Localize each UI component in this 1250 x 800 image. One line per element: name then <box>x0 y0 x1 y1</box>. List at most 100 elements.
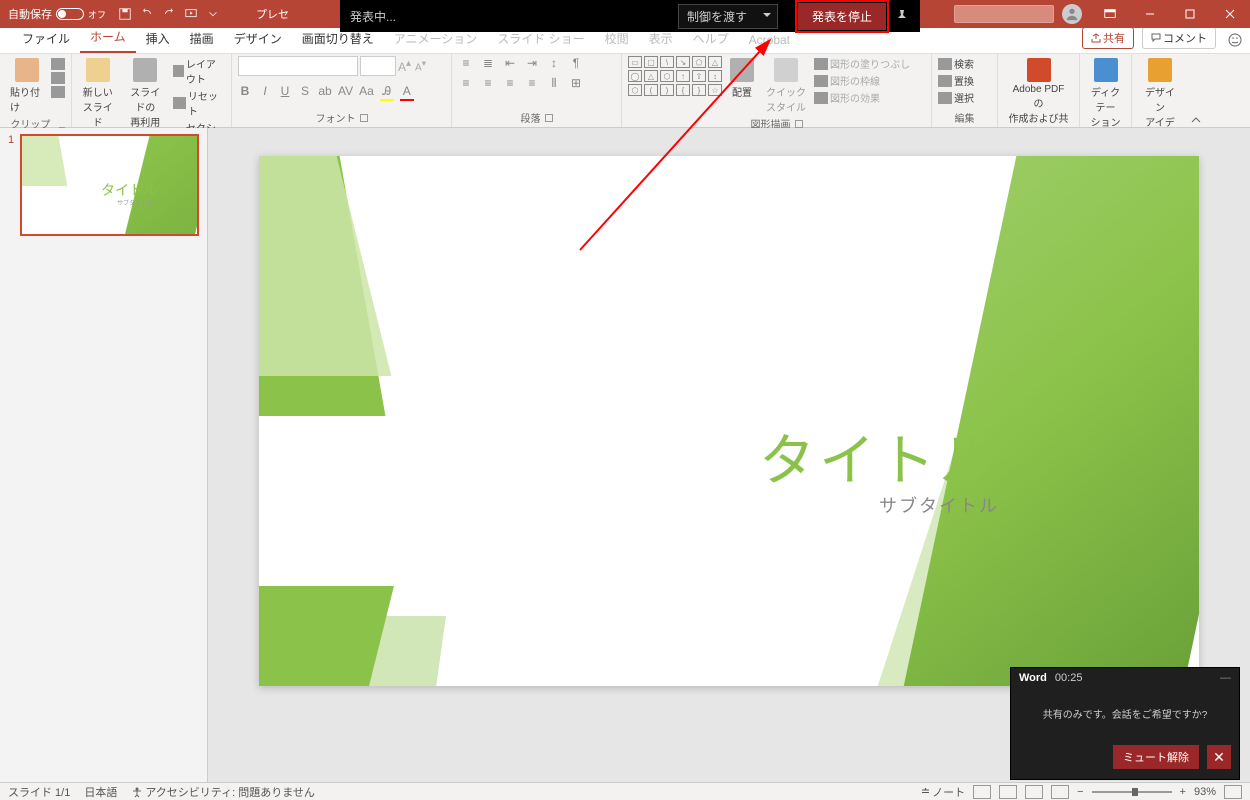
reading-view-icon[interactable] <box>1025 785 1043 799</box>
doc-title: プレセ <box>256 6 289 22</box>
font-group-label: フォント <box>316 110 356 125</box>
font-dialog-icon[interactable] <box>360 114 368 122</box>
new-slide-button[interactable]: 新しい スライド <box>78 56 118 131</box>
select-button[interactable]: 選択 <box>938 90 974 105</box>
highlight-icon[interactable]: Ꭿ <box>380 84 394 101</box>
case-icon[interactable]: Aa <box>359 84 374 101</box>
give-control-dropdown[interactable]: 制御を渡す <box>678 4 778 29</box>
line-spacing-icon[interactable]: ↕ <box>546 56 562 70</box>
ribbon-display-icon[interactable] <box>1090 0 1130 28</box>
slideshow-view-icon[interactable] <box>1051 785 1069 799</box>
shape-fill-button[interactable]: 図形の塗りつぶし <box>814 56 910 71</box>
indent-inc-icon[interactable]: ⇥ <box>524 56 540 70</box>
redo-icon[interactable] <box>162 7 176 21</box>
pin-icon[interactable] <box>894 8 910 24</box>
tab-draw[interactable]: 描画 <box>180 26 224 53</box>
sorter-view-icon[interactable] <box>999 785 1017 799</box>
slide-thumbnail-1[interactable]: タイトル サブタイトル <box>20 134 199 236</box>
tab-acrobat[interactable]: Acrobat <box>739 29 800 53</box>
text-direction-icon[interactable]: ¶ <box>568 56 584 70</box>
grow-font-icon[interactable]: A▴ <box>396 56 413 76</box>
tab-insert[interactable]: 挿入 <box>136 26 180 53</box>
font-family-input[interactable] <box>238 56 358 76</box>
slide-subtitle-placeholder[interactable]: サブタイトル <box>879 492 999 518</box>
autosave-pill[interactable] <box>56 8 84 20</box>
quick-styles-button[interactable]: クイック スタイル <box>762 56 810 116</box>
paragraph-dialog-icon[interactable] <box>545 114 553 122</box>
thumb-number: 1 <box>8 134 14 236</box>
indent-dec-icon[interactable]: ⇤ <box>502 56 518 70</box>
maximize-button[interactable] <box>1170 0 1210 28</box>
drawing-dialog-icon[interactable] <box>795 120 803 128</box>
zoom-level[interactable]: 93% <box>1194 786 1216 798</box>
slide-thumbnails-pane[interactable]: 1 タイトル サブタイトル <box>0 128 208 782</box>
close-button[interactable] <box>1210 0 1250 28</box>
reuse-slides-button[interactable]: スライドの 再利用 <box>122 56 169 131</box>
reset-button[interactable]: リセット <box>173 88 225 118</box>
tab-file[interactable]: ファイル <box>12 26 80 53</box>
shapes-gallery[interactable]: ▭▢\↘⬠△ ◯△⬡↑⇧↕ ⬡(){}☆ <box>628 56 722 96</box>
share-button[interactable]: 共有 <box>1082 27 1134 49</box>
paste-button[interactable]: 貼り付け <box>6 56 47 116</box>
search-box[interactable] <box>954 5 1054 23</box>
zoom-out-icon[interactable]: − <box>1077 786 1083 798</box>
spacing-icon[interactable]: AV <box>338 84 353 101</box>
hangup-button[interactable]: ✕ <box>1207 745 1231 769</box>
tab-home[interactable]: ホーム <box>80 24 136 53</box>
bold-icon[interactable]: B <box>238 84 252 101</box>
language-status[interactable]: 日本語 <box>84 784 117 800</box>
shadow-icon[interactable]: ab <box>318 84 332 101</box>
justify-icon[interactable]: ≡ <box>524 76 540 90</box>
font-color-icon[interactable]: A <box>400 84 414 101</box>
copy-icon[interactable] <box>51 72 65 84</box>
strike-icon[interactable]: S <box>298 84 312 101</box>
layout-button[interactable]: レイアウト <box>173 56 225 86</box>
ribbon: 貼り付け クリップボード 新しい スライド スライドの 再利用 レイアウト リセ… <box>0 54 1250 128</box>
font-size-input[interactable] <box>360 56 396 76</box>
zoom-slider[interactable] <box>1092 791 1172 793</box>
popup-minimize-icon[interactable]: — <box>1220 672 1231 684</box>
zoom-in-icon[interactable]: + <box>1180 786 1186 798</box>
align-left-icon[interactable]: ≡ <box>458 76 474 90</box>
align-right-icon[interactable]: ≡ <box>502 76 518 90</box>
accessibility-status[interactable]: アクセシビリティ: 問題ありません <box>131 784 315 800</box>
shape-outline-button[interactable]: 図形の枠線 <box>814 73 910 88</box>
shrink-font-icon[interactable]: A▾ <box>413 56 428 76</box>
slideshow-start-icon[interactable] <box>184 7 198 21</box>
find-button[interactable]: 検索 <box>938 56 974 71</box>
smiley-icon[interactable] <box>1224 31 1246 49</box>
slide-title-placeholder[interactable]: タイトル <box>759 416 999 497</box>
cut-icon[interactable] <box>51 58 65 70</box>
autosave-label: 自動保存 <box>8 6 52 22</box>
autosave-toggle[interactable]: 自動保存 オフ <box>8 6 106 22</box>
slide-count[interactable]: スライド 1/1 <box>8 784 70 800</box>
numbering-icon[interactable]: ≣ <box>480 56 496 70</box>
slide-canvas[interactable]: タイトル サブタイトル <box>259 156 1199 686</box>
fit-window-icon[interactable] <box>1224 785 1242 799</box>
bullets-icon[interactable]: ≡ <box>458 56 474 70</box>
align-center-icon[interactable]: ≡ <box>480 76 496 90</box>
arrange-button[interactable]: 配置 <box>726 56 758 101</box>
shape-effects-button[interactable]: 図形の効果 <box>814 90 910 105</box>
qat-more-icon[interactable] <box>206 7 220 21</box>
comments-button[interactable]: コメント <box>1142 27 1216 49</box>
minimize-button[interactable] <box>1130 0 1170 28</box>
italic-icon[interactable]: I <box>258 84 272 101</box>
call-timer: 00:25 <box>1055 672 1083 684</box>
underline-icon[interactable]: U <box>278 84 292 101</box>
tab-design[interactable]: デザイン <box>224 26 292 53</box>
columns-icon[interactable]: ⫴ <box>546 76 562 90</box>
save-icon[interactable] <box>118 7 132 21</box>
dictate-button[interactable]: ディクテー ション <box>1086 56 1125 131</box>
account-avatar[interactable] <box>1062 4 1082 24</box>
undo-icon[interactable] <box>140 7 154 21</box>
collapse-ribbon-icon[interactable] <box>1188 54 1204 127</box>
replace-button[interactable]: 置換 <box>938 73 974 88</box>
quick-access-toolbar <box>118 7 220 21</box>
stop-presenting-button[interactable]: 発表を停止 <box>798 3 886 30</box>
format-painter-icon[interactable] <box>51 86 65 98</box>
notes-button[interactable]: ≐ノート <box>921 784 965 800</box>
normal-view-icon[interactable] <box>973 785 991 799</box>
smartart-icon[interactable]: ⊞ <box>568 76 584 90</box>
unmute-button[interactable]: ミュート解除 <box>1113 745 1199 769</box>
